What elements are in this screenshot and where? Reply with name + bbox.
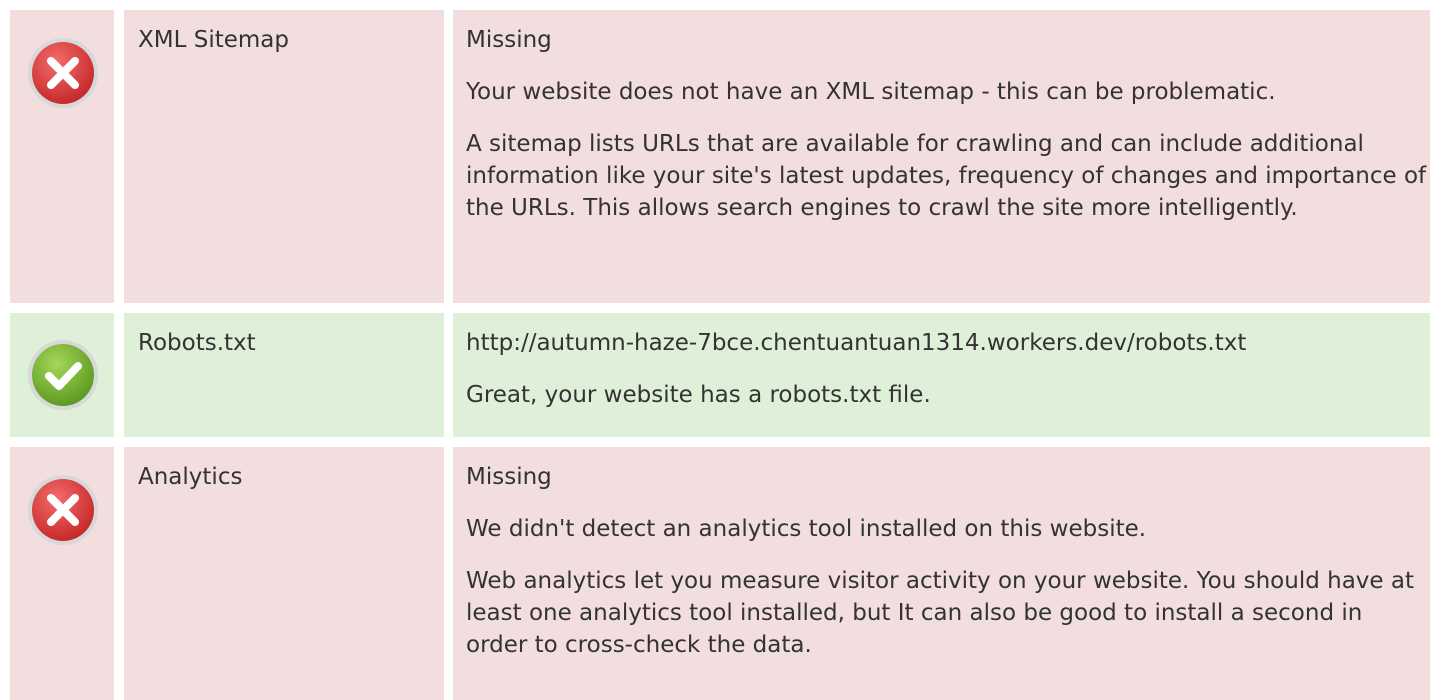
check-name-cell: Robots.txt: [124, 313, 444, 437]
check-row-robots-txt: Robots.txt http://autumn-haze-7bce.chent…: [0, 313, 1430, 437]
success-check-icon: [28, 340, 98, 410]
check-row-analytics: Analytics Missing We didn't detect an an…: [0, 447, 1430, 700]
check-name: XML Sitemap: [138, 27, 289, 53]
status-cell: [10, 447, 114, 700]
error-x-icon: [28, 38, 98, 108]
check-summary: Your website does not have an XML sitema…: [466, 79, 1276, 105]
check-description: Web analytics let you measure visitor ac…: [466, 568, 1414, 658]
check-name: Analytics: [138, 464, 243, 490]
check-row-xml-sitemap: XML Sitemap Missing Your website does no…: [0, 10, 1430, 303]
check-value: Missing: [466, 27, 552, 53]
check-detail-cell: Missing We didn't detect an analytics to…: [453, 447, 1430, 700]
check-detail-cell: Missing Your website does not have an XM…: [453, 10, 1430, 303]
check-summary: We didn't detect an analytics tool insta…: [466, 516, 1147, 542]
status-cell: [10, 10, 114, 303]
error-x-icon: [28, 475, 98, 545]
check-name-cell: XML Sitemap: [124, 10, 444, 303]
check-detail-cell: http://autumn-haze-7bce.chentuantuan1314…: [453, 313, 1430, 437]
check-value: Missing: [466, 464, 552, 490]
check-description: A sitemap lists URLs that are available …: [466, 131, 1427, 221]
check-summary: Great, your website has a robots.txt fil…: [466, 382, 931, 408]
check-value-link[interactable]: http://autumn-haze-7bce.chentuantuan1314…: [466, 327, 1430, 359]
check-name-cell: Analytics: [124, 447, 444, 700]
status-cell: [10, 313, 114, 437]
check-name: Robots.txt: [138, 330, 256, 356]
